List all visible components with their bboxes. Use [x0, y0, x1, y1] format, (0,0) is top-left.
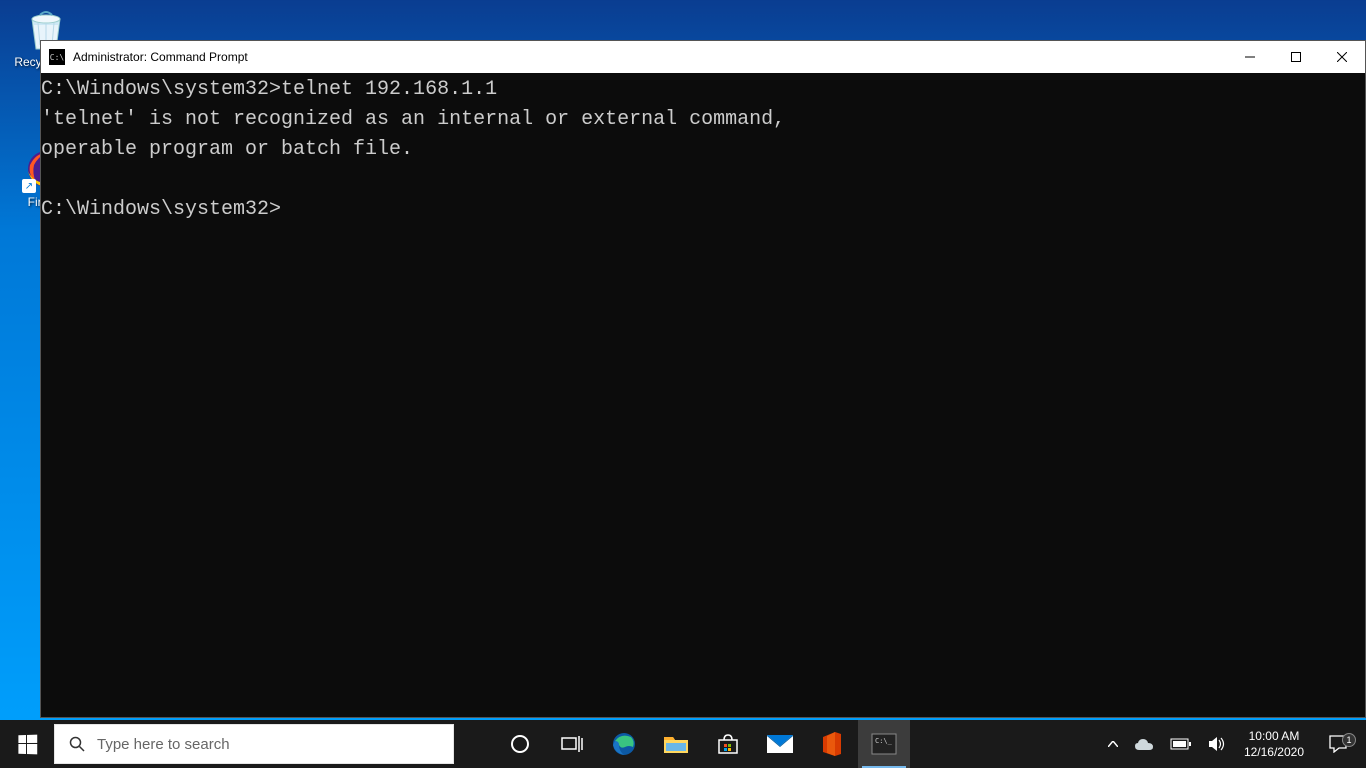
tray-overflow-button[interactable]: [1100, 720, 1126, 768]
cortana-button[interactable]: [494, 720, 546, 768]
start-button[interactable]: [0, 720, 54, 768]
task-view-button[interactable]: [546, 720, 598, 768]
cmd-taskbar-button[interactable]: C:\_: [858, 720, 910, 768]
cmd-line: 'telnet' is not recognized as an interna…: [41, 108, 785, 131]
clock-date: 12/16/2020: [1244, 744, 1304, 760]
window-title: Administrator: Command Prompt: [73, 50, 1227, 64]
office-button[interactable]: [806, 720, 858, 768]
cmd-icon: C:\: [49, 49, 65, 65]
volume-icon[interactable]: [1200, 720, 1234, 768]
terminal-output[interactable]: C:\Windows\system32>telnet 192.168.1.1 '…: [41, 73, 1365, 717]
clock-time: 10:00 AM: [1244, 728, 1304, 744]
edge-button[interactable]: [598, 720, 650, 768]
close-button[interactable]: [1319, 41, 1365, 73]
system-tray: 10:00 AM 12/16/2020 1: [1100, 720, 1366, 768]
action-center-button[interactable]: 1: [1314, 735, 1362, 753]
search-placeholder: Type here to search: [97, 736, 230, 753]
shortcut-overlay-icon: ↗: [22, 179, 36, 193]
cmd-line: C:\Windows\system32>: [41, 198, 281, 221]
command-prompt-window[interactable]: C:\ Administrator: Command Prompt C:\Win…: [40, 40, 1366, 718]
window-controls: [1227, 41, 1365, 73]
mail-button[interactable]: [754, 720, 806, 768]
battery-icon[interactable]: [1162, 720, 1200, 768]
windows-logo-icon: [18, 734, 37, 754]
clock[interactable]: 10:00 AM 12/16/2020: [1234, 728, 1314, 760]
taskbar[interactable]: Type here to search C:\_: [0, 720, 1366, 768]
minimize-button[interactable]: [1227, 41, 1273, 73]
taskbar-apps: C:\_: [494, 720, 910, 768]
cmd-line: operable program or batch file.: [41, 138, 413, 161]
search-box[interactable]: Type here to search: [54, 724, 454, 764]
file-explorer-button[interactable]: [650, 720, 702, 768]
search-icon: [69, 736, 85, 752]
onedrive-icon[interactable]: [1126, 720, 1162, 768]
cmd-line: C:\Windows\system32>telnet 192.168.1.1: [41, 78, 497, 101]
notification-badge: 1: [1342, 733, 1356, 747]
svg-text:C:\_: C:\_: [875, 737, 893, 745]
store-button[interactable]: [702, 720, 754, 768]
maximize-button[interactable]: [1273, 41, 1319, 73]
titlebar[interactable]: C:\ Administrator: Command Prompt: [41, 41, 1365, 73]
